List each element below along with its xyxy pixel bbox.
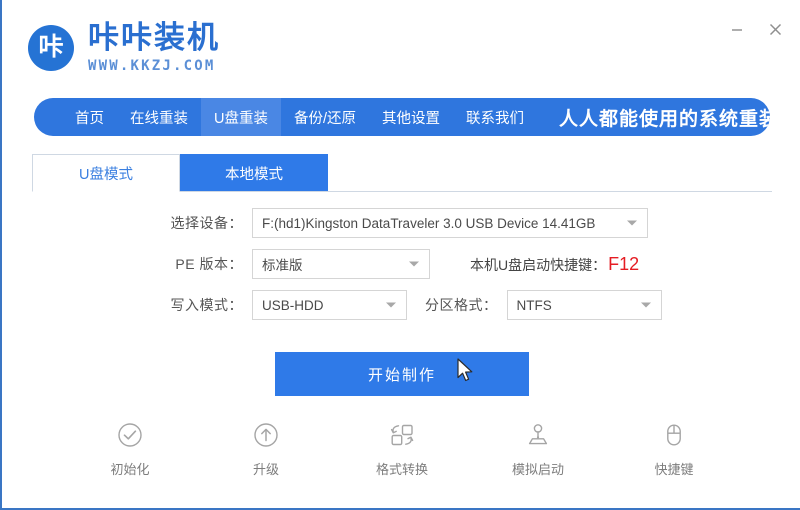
app-window: 咔 咔咔装机 WWW.KKZJ.COM 首页 在线重装 U盘重装 备份/还原 其… xyxy=(0,0,800,510)
select-device-value: F:(hd1)Kingston DataTraveler 3.0 USB Dev… xyxy=(262,215,596,231)
tool-label: 升级 xyxy=(252,462,279,477)
tab-label: 本地模式 xyxy=(225,166,283,183)
row-select-device: 选择设备： F:(hd1)Kingston DataTraveler 3.0 U… xyxy=(2,208,800,238)
boot-hotkey-value: F12 xyxy=(608,253,640,274)
nav-item-online-reinstall[interactable]: 在线重装 xyxy=(117,98,201,136)
row-pe-version: PE 版本： 标准版 本机U盘启动快捷键： F12 xyxy=(2,249,800,279)
title-bar: 咔 咔咔装机 WWW.KKZJ.COM xyxy=(2,0,800,88)
close-icon xyxy=(769,23,781,35)
primary-action-area: 开始制作 xyxy=(2,352,800,396)
brand-title: 咔咔装机 xyxy=(88,20,220,55)
mode-tabs: U盘模式 本地模式 xyxy=(32,154,772,192)
boot-hotkey-label: 本机U盘启动快捷键： xyxy=(470,256,607,273)
chevron-down-icon xyxy=(386,302,396,308)
tool-shortcuts: 初始化 升级 格式转换 模拟启动 快捷键 xyxy=(2,420,800,478)
pe-version-dropdown[interactable]: 标准版 xyxy=(252,249,430,279)
tab-usb-mode[interactable]: U盘模式 xyxy=(32,154,180,192)
chevron-down-icon xyxy=(640,302,651,308)
tool-label: 快捷键 xyxy=(654,462,694,477)
brand-url: WWW.KKZJ.COM xyxy=(88,57,216,74)
nav-item-label: 其他设置 xyxy=(382,110,441,127)
tool-label: 模拟启动 xyxy=(511,462,564,477)
mouse-icon xyxy=(659,420,689,450)
write-mode-label: 写入模式： xyxy=(170,297,243,313)
tool-format-convert[interactable]: 格式转换 xyxy=(360,420,444,478)
row-write-mode: 写入模式： USB-HDD 分区格式： NTFS xyxy=(2,290,800,320)
main-navbar: 首页 在线重装 U盘重装 备份/还原 其他设置 联系我们 人人都能使用的系统重装… xyxy=(34,98,770,136)
tool-label: 格式转换 xyxy=(375,462,428,477)
upgrade-arrow-circle-icon xyxy=(251,420,281,450)
window-controls xyxy=(726,18,786,40)
nav-slogan: 人人都能使用的系统重装工具 xyxy=(559,108,770,130)
minimize-button[interactable] xyxy=(726,18,748,40)
start-make-label: 开始制作 xyxy=(367,366,436,384)
nav-item-label: U盘重装 xyxy=(214,110,268,127)
tool-initialize[interactable]: 初始化 xyxy=(88,420,172,478)
nav-item-home[interactable]: 首页 xyxy=(62,98,117,136)
nav-item-list: 首页 在线重装 U盘重装 备份/还原 其他设置 联系我们 xyxy=(34,98,537,136)
logo-mark-icon: 咔 xyxy=(28,24,74,71)
write-mode-dropdown[interactable]: USB-HDD xyxy=(252,290,407,320)
check-circle-icon xyxy=(115,420,145,450)
joystick-icon xyxy=(523,420,553,450)
select-device-dropdown[interactable]: F:(hd1)Kingston DataTraveler 3.0 USB Dev… xyxy=(252,208,648,238)
select-device-label: 选择设备： xyxy=(170,215,243,231)
chevron-down-icon xyxy=(409,261,419,267)
tool-hotkeys[interactable]: 快捷键 xyxy=(632,420,716,478)
start-make-button[interactable]: 开始制作 xyxy=(275,352,529,396)
tab-label: U盘模式 xyxy=(79,166,133,183)
tool-label: 初始化 xyxy=(110,462,150,477)
nav-item-label: 在线重装 xyxy=(130,110,188,127)
nav-item-contact-us[interactable]: 联系我们 xyxy=(453,98,537,136)
boot-hotkey-note: 本机U盘启动快捷键： F12 xyxy=(470,254,639,275)
tab-local-mode[interactable]: 本地模式 xyxy=(180,154,328,192)
chevron-down-icon xyxy=(627,220,637,226)
usb-settings-form: 选择设备： F:(hd1)Kingston DataTraveler 3.0 U… xyxy=(2,208,800,331)
mouse-cursor-pointer xyxy=(457,358,473,382)
nav-item-label: 首页 xyxy=(75,110,104,127)
close-button[interactable] xyxy=(764,18,786,40)
nav-item-label: 备份/还原 xyxy=(293,110,357,127)
brand-text: 咔咔装机 WWW.KKZJ.COM xyxy=(88,20,220,74)
partition-format-dropdown[interactable]: NTFS xyxy=(506,290,662,320)
write-mode-value: USB-HDD xyxy=(262,297,324,313)
pe-version-label: PE 版本： xyxy=(175,256,243,272)
nav-item-other-settings[interactable]: 其他设置 xyxy=(369,98,453,136)
nav-item-backup-restore[interactable]: 备份/还原 xyxy=(281,98,369,136)
tool-upgrade[interactable]: 升级 xyxy=(224,420,308,478)
brand-logo: 咔 咔咔装机 WWW.KKZJ.COM xyxy=(28,20,220,74)
minimize-icon xyxy=(732,29,742,31)
nav-item-label: 联系我们 xyxy=(466,110,525,127)
nav-item-usb-reinstall[interactable]: U盘重装 xyxy=(201,98,281,136)
partition-format-label: 分区格式： xyxy=(425,297,498,313)
tool-simulate-boot[interactable]: 模拟启动 xyxy=(496,420,580,478)
pe-version-value: 标准版 xyxy=(262,258,303,273)
partition-format-value: NTFS xyxy=(516,297,552,313)
format-convert-icon xyxy=(387,420,417,450)
